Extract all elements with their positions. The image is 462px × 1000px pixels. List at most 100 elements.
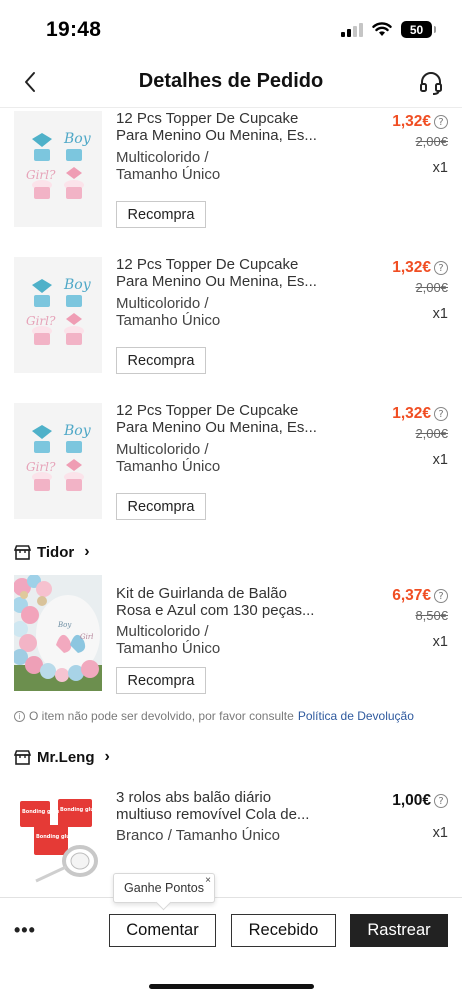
status-bar: 19:48 50 bbox=[0, 0, 462, 56]
glue-label-3: Bonding glue bbox=[36, 834, 74, 840]
store-icon bbox=[14, 544, 31, 560]
comment-button[interactable]: Comentar bbox=[109, 914, 216, 947]
variant-line1: Multicolorido / bbox=[116, 623, 209, 640]
product-title[interactable]: 12 Pcs Topper De Cupcake Para Menino Ou … bbox=[116, 402, 326, 436]
received-button[interactable]: Recebido bbox=[231, 914, 336, 947]
product-title-line2: multiuso removível Cola de... bbox=[116, 806, 310, 823]
glue-label-2: Bonding glue bbox=[60, 807, 98, 813]
garland-text-girl: Girl bbox=[80, 633, 93, 641]
product-title-line2: Rosa e Azul com 130 peças... bbox=[116, 602, 315, 619]
bottom-action-bar: ••• Comentar Recebido Rastrear bbox=[0, 897, 462, 1000]
variant-line2: Tamanho Único bbox=[116, 458, 221, 475]
order-item: Bonding glue Bonding glue Bonding glue 3… bbox=[0, 781, 462, 897]
rebuy-button[interactable]: Recompra bbox=[116, 347, 206, 374]
cellular-signal-icon bbox=[341, 22, 363, 37]
product-variant: Multicolorido / Tamanho Único bbox=[116, 149, 336, 183]
info-icon[interactable]: ? bbox=[434, 589, 448, 603]
price-row: 6,37€ ? bbox=[392, 587, 448, 605]
product-title-line2: Para Menino Ou Menina, Es... bbox=[116, 419, 317, 436]
current-price: 1,32€ bbox=[392, 113, 431, 130]
status-time: 19:48 bbox=[46, 18, 102, 41]
rebuy-button[interactable]: Recompra bbox=[116, 667, 206, 694]
order-items-list: Boy Girl? 12 Pcs Topper De Cupcake Para … bbox=[0, 109, 462, 897]
battery-icon: 50 bbox=[401, 21, 436, 38]
chevron-right-icon: › bbox=[84, 543, 90, 560]
store-name: Tidor bbox=[37, 543, 75, 561]
battery-level: 50 bbox=[409, 22, 424, 37]
info-icon[interactable]: ? bbox=[434, 794, 448, 808]
product-image-balloon-glue[interactable]: Bonding glue Bonding glue Bonding glue bbox=[14, 781, 102, 897]
original-price: 2,00€ bbox=[415, 280, 448, 295]
topper-text-boy: Boy bbox=[63, 131, 92, 147]
current-price: 1,00€ bbox=[392, 792, 431, 809]
return-note-text: O item não pode ser devolvido, por favor… bbox=[29, 709, 294, 723]
product-variant: Multicolorido / Tamanho Único bbox=[116, 295, 336, 329]
page-title: Detalhes de Pedido bbox=[138, 70, 324, 92]
more-options-button[interactable]: ••• bbox=[14, 920, 36, 941]
topper-text-boy: Boy bbox=[63, 423, 92, 439]
price-row: 1,00€ ? bbox=[392, 792, 448, 810]
store-header-mr-leng[interactable]: Mr.Leng › bbox=[14, 748, 110, 766]
variant-line1: Multicolorido / bbox=[116, 295, 209, 312]
current-price: 1,32€ bbox=[392, 405, 431, 422]
product-title[interactable]: Kit de Guirlanda de Balão Rosa e Azul co… bbox=[116, 585, 326, 619]
order-item: Boy Girl? 12 Pcs Topper De Cupcake Para … bbox=[0, 255, 462, 395]
product-title-line1: 12 Pcs Topper De Cupcake bbox=[116, 256, 299, 273]
order-item: Boy Girl Kit de Guirlanda de Balão Rosa … bbox=[0, 575, 462, 705]
status-icons: 50 bbox=[341, 21, 436, 38]
info-icon[interactable]: ? bbox=[434, 407, 448, 421]
product-title-line1: 12 Pcs Topper De Cupcake bbox=[116, 110, 299, 127]
store-icon bbox=[14, 749, 31, 765]
store-name: Mr.Leng bbox=[37, 748, 95, 766]
price-row: 1,32€ ? bbox=[392, 259, 448, 277]
home-indicator bbox=[149, 984, 314, 989]
chevron-right-icon: › bbox=[104, 748, 110, 765]
order-item: Boy Girl? 12 Pcs Topper De Cupcake Para … bbox=[0, 109, 462, 249]
product-title-line2: Para Menino Ou Menina, Es... bbox=[116, 273, 317, 290]
variant-line2: Tamanho Único bbox=[116, 640, 221, 657]
original-price: 2,00€ bbox=[415, 426, 448, 441]
garland-text-boy: Boy bbox=[57, 621, 72, 629]
return-policy-link[interactable]: Política de Devolução bbox=[298, 709, 414, 723]
product-image-cupcake-topper[interactable]: Boy Girl? bbox=[14, 111, 102, 227]
price-row: 1,32€ ? bbox=[392, 113, 448, 131]
product-title-line1: 3 rolos abs balão diário bbox=[116, 789, 272, 806]
customer-service-button[interactable] bbox=[414, 66, 448, 100]
product-title[interactable]: 12 Pcs Topper De Cupcake Para Menino Ou … bbox=[116, 110, 326, 144]
order-item: Boy Girl? 12 Pcs Topper De Cupcake Para … bbox=[0, 401, 462, 541]
topper-text-boy: Boy bbox=[63, 277, 92, 293]
variant-line2: Tamanho Único bbox=[116, 166, 221, 183]
product-title[interactable]: 12 Pcs Topper De Cupcake Para Menino Ou … bbox=[116, 256, 326, 290]
product-variant: Branco / Tamanho Único bbox=[116, 827, 336, 844]
info-icon[interactable]: ? bbox=[434, 115, 448, 129]
return-policy-note: i O item não pode ser devolvido, por fav… bbox=[14, 709, 414, 723]
product-image-cupcake-topper[interactable]: Boy Girl? bbox=[14, 403, 102, 519]
product-variant: Multicolorido / Tamanho Único bbox=[116, 441, 336, 475]
original-price: 8,50€ bbox=[415, 608, 448, 623]
info-icon[interactable]: ? bbox=[434, 261, 448, 275]
quantity: x1 bbox=[432, 306, 448, 322]
rebuy-button[interactable]: Recompra bbox=[116, 493, 206, 520]
variant-line1: Multicolorido / bbox=[116, 441, 209, 458]
store-header-tidor[interactable]: Tidor › bbox=[14, 543, 90, 561]
original-price: 2,00€ bbox=[415, 134, 448, 149]
product-title-line2: Para Menino Ou Menina, Es... bbox=[116, 127, 317, 144]
close-icon[interactable]: × bbox=[205, 875, 211, 886]
current-price: 6,37€ bbox=[392, 587, 431, 604]
variant-line2: Tamanho Único bbox=[116, 312, 221, 329]
quantity: x1 bbox=[432, 452, 448, 468]
product-title[interactable]: 3 rolos abs balão diário multiuso removí… bbox=[116, 789, 326, 823]
tooltip-label: Ganhe Pontos bbox=[124, 881, 204, 895]
product-variant: Multicolorido / Tamanho Único bbox=[116, 623, 336, 657]
quantity: x1 bbox=[432, 634, 448, 650]
rebuy-button[interactable]: Recompra bbox=[116, 201, 206, 228]
product-image-balloon-garland[interactable]: Boy Girl bbox=[14, 575, 102, 691]
current-price: 1,32€ bbox=[392, 259, 431, 276]
variant-line1: Branco / Tamanho Único bbox=[116, 827, 280, 844]
headset-icon bbox=[420, 72, 442, 95]
variant-line1: Multicolorido / bbox=[116, 149, 209, 166]
track-button[interactable]: Rastrear bbox=[350, 914, 448, 947]
product-title-line1: Kit de Guirlanda de Balão bbox=[116, 585, 287, 602]
product-image-cupcake-topper[interactable]: Boy Girl? bbox=[14, 257, 102, 373]
wifi-icon bbox=[372, 22, 392, 36]
